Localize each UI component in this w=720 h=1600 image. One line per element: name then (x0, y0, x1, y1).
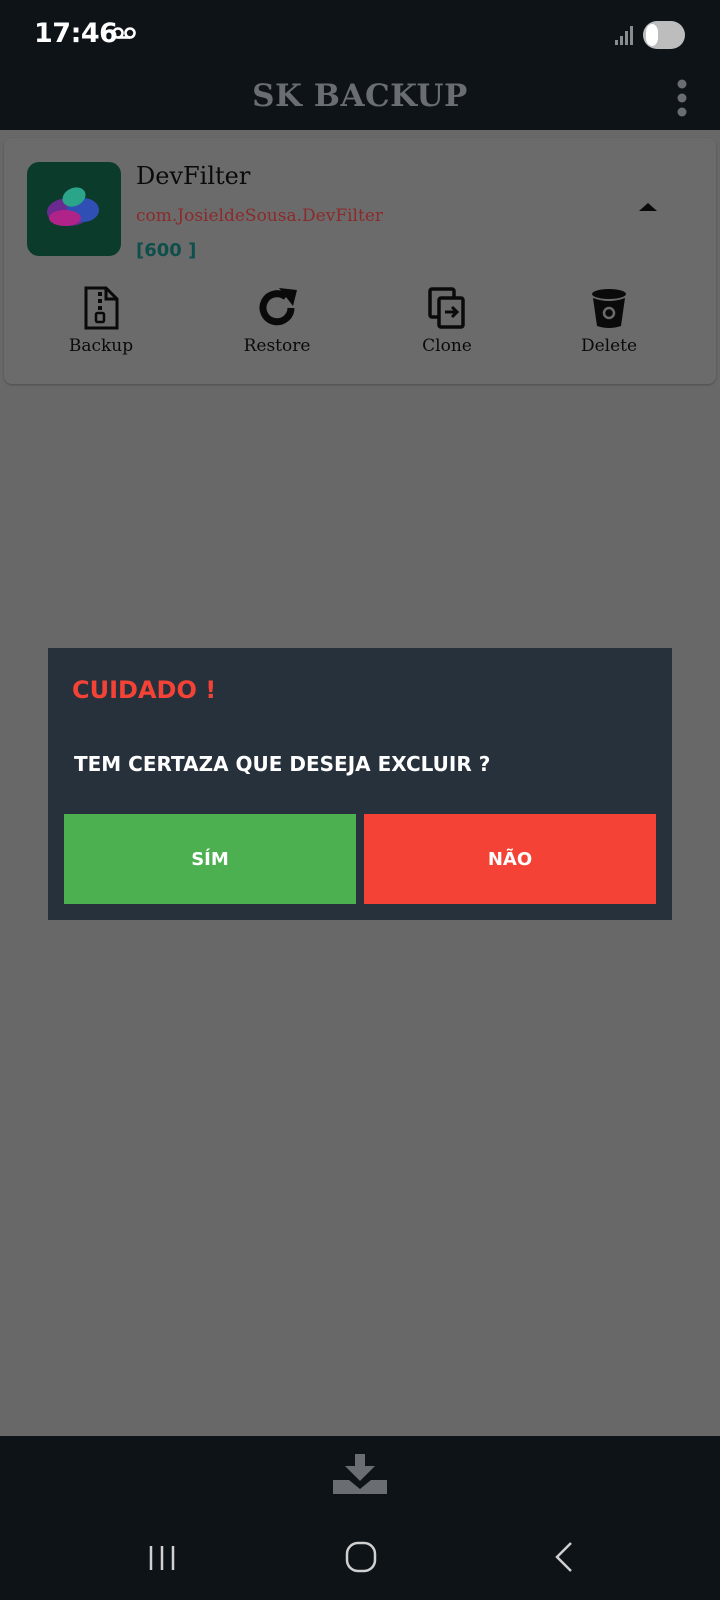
app-bar: SK BACKUP (0, 68, 720, 130)
app-name: DevFilter (136, 162, 251, 190)
download-icon[interactable] (331, 1454, 389, 1498)
no-button[interactable]: NÃO (364, 814, 656, 904)
restore-label: Restore (243, 336, 311, 356)
yes-button[interactable]: SÍM (64, 814, 356, 904)
backup-label: Backup (68, 336, 134, 356)
collapse-arrow-icon[interactable] (636, 200, 660, 214)
recents-icon[interactable] (146, 1542, 178, 1574)
trash-icon (592, 289, 626, 328)
delete-button[interactable]: Delete (534, 286, 684, 366)
status-time: 17:46 (34, 18, 118, 49)
devfilter-logo-icon (47, 187, 99, 226)
dialog-title: CUIDADO ! (72, 676, 217, 704)
app-count: [600 ] (136, 240, 197, 261)
voicemail-icon (112, 27, 136, 39)
zip-file-icon (84, 286, 119, 330)
app-card[interactable]: DevFilter com.JosieldeSousa.DevFilter [6… (4, 138, 716, 384)
app-icon (27, 162, 121, 256)
bottom-bar (0, 1436, 720, 1520)
clone-label: Clone (422, 336, 472, 356)
app-package: com.JosieldeSousa.DevFilter (136, 206, 384, 226)
clone-button[interactable]: Clone (372, 286, 522, 366)
back-icon[interactable] (552, 1540, 576, 1574)
more-vert-icon[interactable] (668, 74, 696, 118)
clone-icon (428, 287, 465, 329)
app-title: SK BACKUP (252, 78, 468, 114)
restore-button[interactable]: Restore (202, 286, 352, 366)
refresh-icon (259, 288, 297, 326)
backup-button[interactable]: Backup (26, 286, 176, 366)
home-icon[interactable] (344, 1540, 378, 1574)
confirm-dialog: CUIDADO ! TEM CERTAZA QUE DESEJA EXCLUIR… (48, 648, 672, 920)
nav-bar (0, 1520, 720, 1600)
signal-icon (615, 26, 633, 45)
delete-label: Delete (580, 336, 638, 356)
battery-icon (643, 21, 685, 49)
dialog-message: TEM CERTAZA QUE DESEJA EXCLUIR ? (74, 752, 491, 776)
status-bar: 17:46 (0, 0, 720, 68)
